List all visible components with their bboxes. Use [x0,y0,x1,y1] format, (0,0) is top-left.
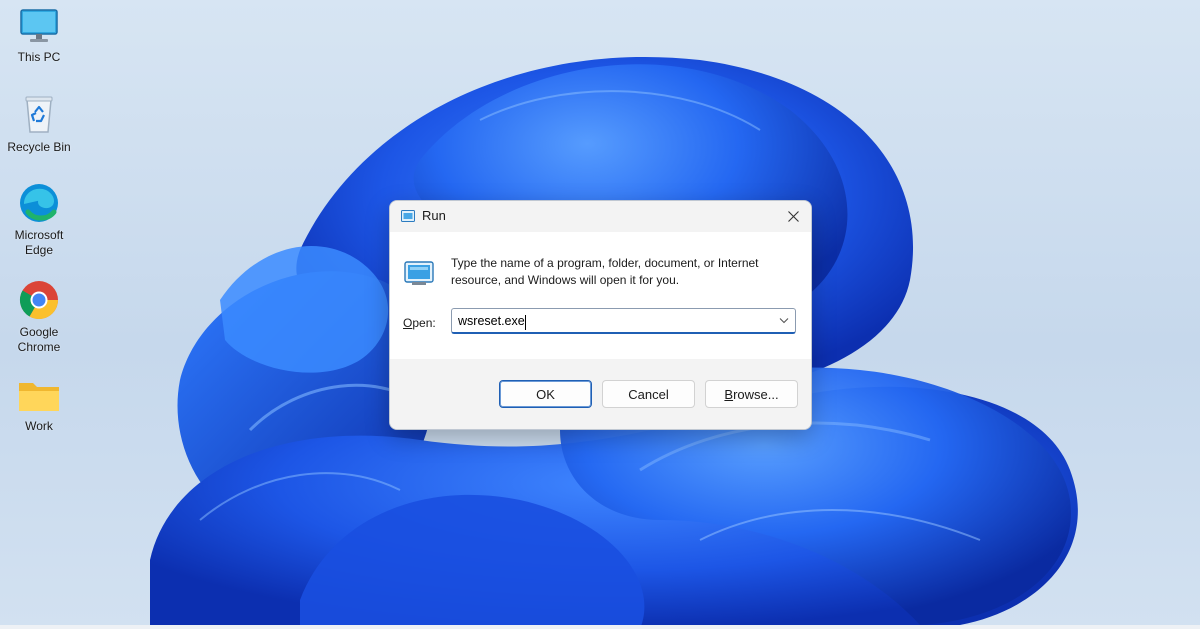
bottom-edge [0,625,1200,629]
dialog-description: Type the name of a program, folder, docu… [451,256,759,287]
run-dialog: Run Type the name of a program, folder, … [389,200,812,430]
folder-icon [19,383,59,411]
desktop-icon-google-chrome[interactable]: Google Chrome [0,279,78,355]
desktop-icon-label: Recycle Bin [7,140,71,154]
ok-button[interactable]: OK [499,380,592,408]
desktop-icon-this-pc[interactable]: This PC [0,6,78,65]
dialog-footer: OK Cancel Browse... [390,359,811,429]
text-caret [525,315,526,330]
run-program-icon [404,261,434,285]
chrome-icon [19,281,59,320]
recycle-bin-icon [25,96,53,133]
cancel-button[interactable]: Cancel [602,380,695,408]
open-input[interactable] [458,311,768,331]
browse-label: rowse... [733,386,779,402]
desktop-icon-label: Work [25,419,53,433]
browse-accesskey: B [724,386,734,402]
open-label-accesskey: O [403,316,413,330]
desktop-icon-label: This PC [17,50,61,64]
dialog-title: Run [422,208,446,223]
edge-icon [20,184,58,222]
chevron-down-icon[interactable] [779,317,789,324]
open-label: Open: [403,316,436,330]
title-bar[interactable]: Run [390,201,811,232]
close-icon [787,210,799,222]
close-button[interactable] [775,201,811,231]
desktop-icon-work[interactable]: Work [0,377,78,434]
browse-button[interactable]: Browse... [705,380,798,408]
open-label-text: pen: [412,316,436,330]
desktop-icon-recycle-bin[interactable]: Recycle Bin [0,94,78,155]
dialog-body: Type the name of a program, folder, docu… [390,232,811,359]
desktop-icon-label: Microsoft Edge [14,228,64,257]
run-icon [401,210,415,222]
monitor-icon [20,9,58,42]
desktop-icon-label: Google Chrome [17,325,61,354]
open-combobox[interactable] [451,308,796,334]
desktop-icon-microsoft-edge[interactable]: Microsoft Edge [0,182,78,258]
